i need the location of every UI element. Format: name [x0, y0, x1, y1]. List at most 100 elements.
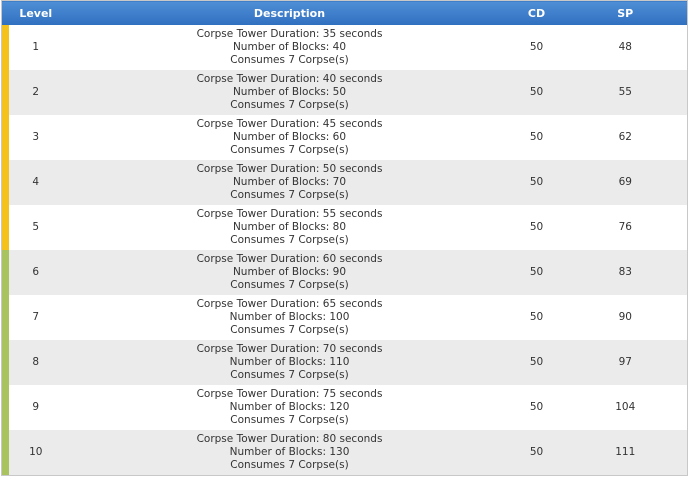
level-cell: 8 [1, 340, 70, 385]
description-line: Number of Blocks: 100 [229, 311, 350, 323]
cd-cell: 50 [509, 385, 564, 430]
description-cell: Corpse Tower Duration: 50 seconds Number … [69, 160, 510, 205]
cd-cell: 50 [509, 295, 564, 340]
table-row: 5 Corpse Tower Duration: 55 seconds Number… [1, 205, 688, 250]
header-level: Level [1, 0, 70, 25]
level-value: 3 [32, 131, 40, 143]
description-line: Corpse Tower Duration: 65 seconds [196, 298, 383, 310]
tier-color-bar [2, 385, 9, 430]
description-line: Corpse Tower Duration: 50 seconds [196, 163, 383, 175]
sp-cell: 90 [563, 295, 688, 340]
level-cell: 5 [1, 205, 70, 250]
description-line: Consumes 7 Corpse(s) [230, 459, 349, 471]
table-row: 1 Corpse Tower Duration: 35 seconds Number… [1, 25, 688, 70]
tier-color-bar [2, 295, 9, 340]
level-cell: 3 [1, 115, 70, 160]
table-header: Level Description CD SP [1, 0, 688, 25]
sp-cell: 48 [563, 25, 688, 70]
description-line: Number of Blocks: 80 [232, 221, 347, 233]
description-cell: Corpse Tower Duration: 65 seconds Number … [69, 295, 510, 340]
table-row: 6 Corpse Tower Duration: 60 seconds Number… [1, 250, 688, 295]
cd-cell: 50 [509, 25, 564, 70]
tier-color-bar [2, 205, 9, 250]
description-line: Consumes 7 Corpse(s) [230, 414, 349, 426]
description-line: Corpse Tower Duration: 35 seconds [196, 28, 383, 40]
description-cell: Corpse Tower Duration: 70 seconds Number … [69, 340, 510, 385]
table-row: 8 Corpse Tower Duration: 70 seconds Number… [1, 340, 688, 385]
sp-cell: 55 [563, 70, 688, 115]
level-value: 7 [32, 311, 40, 323]
tier-color-bar [2, 340, 9, 385]
description-cell: Corpse Tower Duration: 80 seconds Number … [69, 430, 510, 476]
table-row: 4 Corpse Tower Duration: 50 seconds Number… [1, 160, 688, 205]
description-line: Number of Blocks: 110 [229, 356, 350, 368]
tier-color-bar [2, 70, 9, 115]
table-row: 10 Corpse Tower Duration: 80 seconds Numbe… [1, 430, 688, 476]
tier-color-bar [2, 160, 9, 205]
cd-cell: 50 [509, 115, 564, 160]
cd-cell: 50 [509, 160, 564, 205]
level-cell: 10 [1, 430, 70, 476]
cd-cell: 50 [509, 340, 564, 385]
header-cd: CD [509, 0, 564, 25]
description-line: Number of Blocks: 40 [232, 41, 347, 53]
description-line: Number of Blocks: 50 [232, 86, 347, 98]
description-cell: Corpse Tower Duration: 35 seconds Number … [69, 25, 510, 70]
sp-cell: 97 [563, 340, 688, 385]
level-value: 4 [32, 176, 40, 188]
tier-color-bar [2, 430, 9, 475]
sp-cell: 69 [563, 160, 688, 205]
table-row: 3 Corpse Tower Duration: 45 seconds Number… [1, 115, 688, 160]
description-line: Corpse Tower Duration: 55 seconds [196, 208, 383, 220]
tier-color-bar [2, 115, 9, 160]
description-line: Corpse Tower Duration: 60 seconds [196, 253, 383, 265]
level-cell: 2 [1, 70, 70, 115]
skill-table-container: Level Description CD SP 1 Corpse Tower Du… [0, 0, 688, 476]
description-line: Consumes 7 Corpse(s) [230, 189, 349, 201]
description-line: Consumes 7 Corpse(s) [230, 324, 349, 336]
level-value: 2 [32, 86, 40, 98]
description-cell: Corpse Tower Duration: 55 seconds Number … [69, 205, 510, 250]
description-line: Number of Blocks: 70 [232, 176, 347, 188]
skill-level-table: Level Description CD SP 1 Corpse Tower Du… [1, 0, 688, 476]
description-line: Number of Blocks: 120 [229, 401, 350, 413]
description-cell: Corpse Tower Duration: 75 seconds Number … [69, 385, 510, 430]
description-line: Number of Blocks: 130 [229, 446, 350, 458]
table-row: 2 Corpse Tower Duration: 40 seconds Number… [1, 70, 688, 115]
table-row: 7 Corpse Tower Duration: 65 seconds Number… [1, 295, 688, 340]
description-line: Number of Blocks: 60 [232, 131, 347, 143]
description-cell: Corpse Tower Duration: 60 seconds Number … [69, 250, 510, 295]
level-cell: 6 [1, 250, 70, 295]
description-line: Number of Blocks: 90 [232, 266, 347, 278]
description-line: Corpse Tower Duration: 75 seconds [196, 388, 383, 400]
level-cell: 4 [1, 160, 70, 205]
description-line: Consumes 7 Corpse(s) [230, 369, 349, 381]
cd-cell: 50 [509, 250, 564, 295]
description-line: Corpse Tower Duration: 45 seconds [196, 118, 383, 130]
description-line: Consumes 7 Corpse(s) [230, 99, 349, 111]
description-line: Consumes 7 Corpse(s) [230, 144, 349, 156]
header-row: Level Description CD SP [1, 0, 688, 25]
level-value: 6 [32, 266, 40, 278]
description-line: Consumes 7 Corpse(s) [230, 54, 349, 66]
sp-cell: 111 [563, 430, 688, 476]
level-value: 10 [29, 446, 43, 458]
tier-color-bar [2, 250, 9, 295]
level-value: 8 [32, 356, 40, 368]
sp-cell: 76 [563, 205, 688, 250]
table-row: 9 Corpse Tower Duration: 75 seconds Number… [1, 385, 688, 430]
level-cell: 7 [1, 295, 70, 340]
level-value: 9 [32, 401, 40, 413]
header-description: Description [69, 0, 510, 25]
level-value: 5 [32, 221, 40, 233]
level-cell: 1 [1, 25, 70, 70]
description-line: Corpse Tower Duration: 70 seconds [196, 343, 383, 355]
description-line: Corpse Tower Duration: 80 seconds [196, 433, 383, 445]
cd-cell: 50 [509, 205, 564, 250]
sp-cell: 83 [563, 250, 688, 295]
level-cell: 9 [1, 385, 70, 430]
description-line: Corpse Tower Duration: 40 seconds [196, 73, 383, 85]
header-sp: SP [563, 0, 688, 25]
table-body: 1 Corpse Tower Duration: 35 seconds Number… [1, 25, 688, 476]
description-cell: Corpse Tower Duration: 40 seconds Number … [69, 70, 510, 115]
